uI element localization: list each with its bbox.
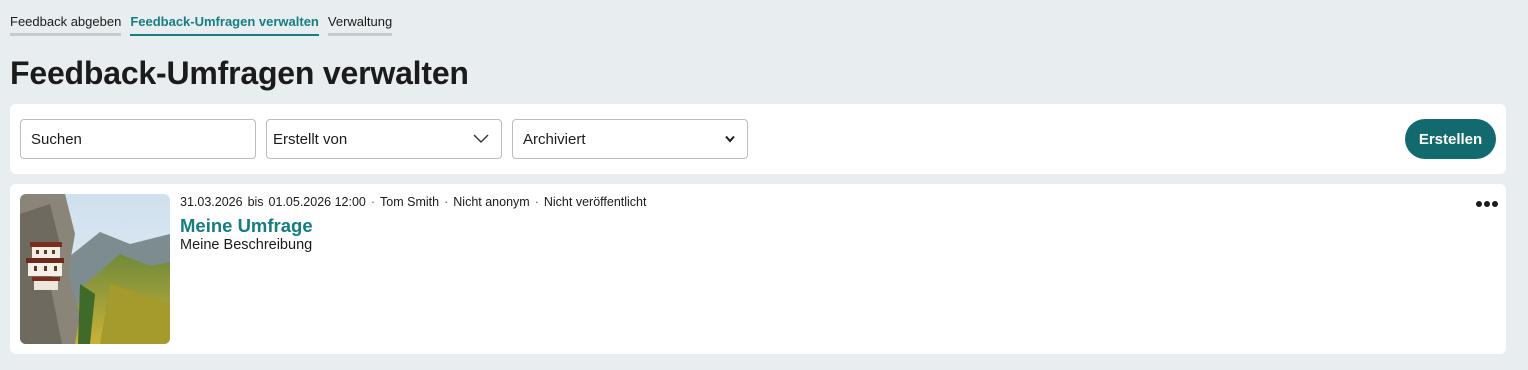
survey-status: Nicht veröffentlicht [543, 195, 647, 209]
survey-author: Tom Smith [380, 195, 440, 209]
creator-select-value: Erstellt von [273, 130, 348, 148]
dot-icon [1484, 201, 1490, 207]
survey-end-date: 01.05.2026 12:00 [268, 195, 366, 209]
tab-feedback-umfragen-verwalten[interactable]: Feedback-Umfragen verwalten [130, 13, 319, 36]
archived-select[interactable]: Archiviert [512, 119, 748, 159]
separator-dot: · [444, 195, 449, 209]
dot-icon [1492, 201, 1498, 207]
dot-icon [1476, 201, 1482, 207]
search-field[interactable] [20, 119, 256, 159]
survey-description: Meine Beschreibung [180, 237, 313, 253]
page-title: Feedback-Umfragen verwalten [10, 55, 469, 91]
survey-thumbnail[interactable] [20, 194, 170, 344]
creator-select[interactable]: Erstellt von [266, 119, 502, 159]
survey-title-link[interactable]: Meine Umfrage [180, 215, 313, 237]
filter-bar: Erstellt von Archiviert Erstellen [10, 104, 1506, 174]
archived-select-value: Archiviert [523, 130, 586, 148]
survey-meta: 31.03.2026 bis 01.05.2026 12:00 · Tom Sm… [180, 195, 646, 209]
mountain-monastery-image [20, 194, 170, 344]
chevron-down-icon [725, 135, 735, 143]
separator-dot: · [534, 195, 539, 209]
survey-until-word: bis [247, 195, 264, 209]
tab-feedback-abgeben[interactable]: Feedback abgeben [10, 13, 122, 36]
tab-bar: Feedback abgeben Feedback-Umfragen verwa… [10, 13, 393, 36]
search-input[interactable] [31, 130, 255, 148]
tab-verwaltung[interactable]: Verwaltung [327, 13, 393, 36]
survey-start-date: 31.03.2026 [180, 195, 243, 209]
chevron-down-icon [473, 134, 489, 143]
create-button[interactable]: Erstellen [1405, 119, 1496, 159]
survey-card: 31.03.2026 bis 01.05.2026 12:00 · Tom Sm… [10, 184, 1506, 354]
separator-dot: · [370, 195, 376, 209]
survey-anonymity: Nicht anonym [453, 195, 530, 209]
more-options-icon[interactable] [1474, 196, 1500, 212]
